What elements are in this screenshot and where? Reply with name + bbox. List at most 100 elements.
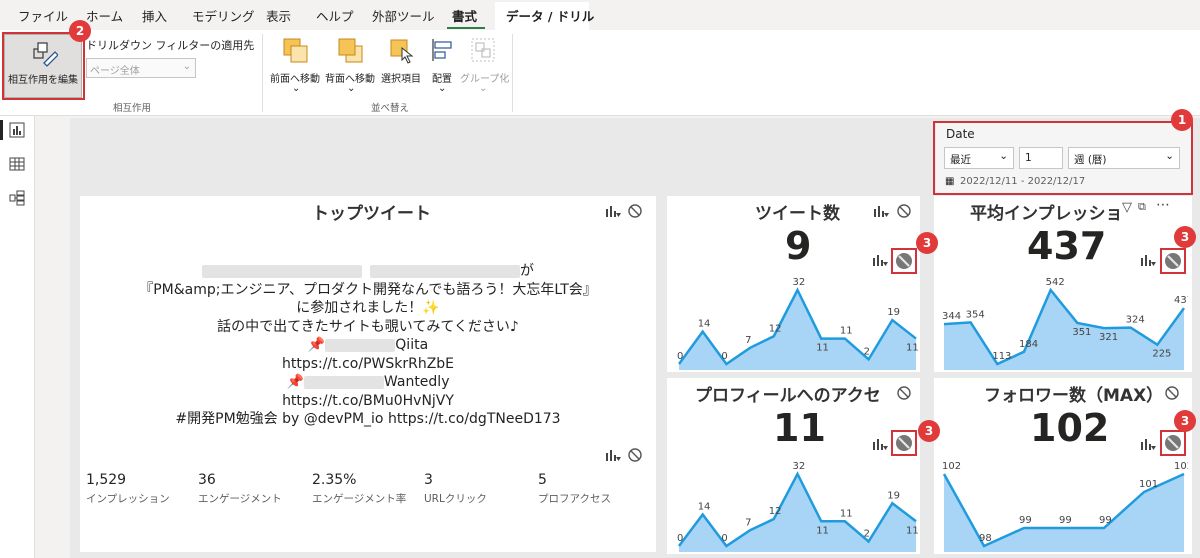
selection-label: 選択項目 <box>381 74 421 85</box>
tab-file[interactable]: ファイル <box>18 6 68 25</box>
drilldown-filter-value: ページ全体 <box>90 66 140 77</box>
send-backward-button[interactable]: 背面へ移動 ⌄ <box>323 34 377 96</box>
tab-data-drill[interactable]: データ / ドリル <box>506 6 594 25</box>
table-view-icon[interactable] <box>9 156 25 172</box>
sparkline-data-label: 102 <box>1174 461 1188 472</box>
tab-insert[interactable]: 挿入 <box>142 6 167 25</box>
active-view-indicator <box>0 120 3 140</box>
sparkline-data-label: 14 <box>698 502 711 513</box>
sparkline-data-label: 32 <box>793 277 806 288</box>
chevron-down-icon: ⌄ <box>438 83 447 94</box>
tab-format[interactable]: 書式 <box>452 6 477 25</box>
avg-impressions-title: 平均インプレッショ <box>970 204 1123 224</box>
sparkline-area <box>679 290 916 370</box>
tweets-count-card[interactable]: ツイート数 9 0 14 0 7 12 32 11 11 2 19 11 <box>667 196 920 372</box>
sparkline-data-label: 324 <box>1126 315 1145 326</box>
drilldown-filter-select[interactable]: ページ全体 ⌄ <box>86 58 196 78</box>
report-view-icon[interactable] <box>9 122 25 138</box>
selection-icon <box>390 39 414 64</box>
followers-sparkline: 102 98 99 99 99 101 102 <box>942 461 1188 552</box>
group-button[interactable]: グループ化 ⌄ <box>460 34 509 96</box>
sparkline-data-label: 113 <box>992 351 1011 362</box>
chevron-down-icon: ⌄ <box>182 61 191 72</box>
group-label-arrange: 並べ替え <box>371 103 410 114</box>
sparkline-data-label: 12 <box>769 506 782 517</box>
align-icon <box>432 39 452 61</box>
sparkline-data-label: 11 <box>816 525 829 536</box>
sparkline-data-label: 7 <box>745 517 751 528</box>
chevron-down-icon: ⌄ <box>479 83 488 94</box>
metric-engagement-value: 36 <box>198 472 216 488</box>
redacted-text <box>325 338 396 352</box>
metric-profile-access-value: 5 <box>538 472 547 488</box>
drill-filter-icon[interactable] <box>1140 252 1156 268</box>
interaction-highlight <box>891 248 917 274</box>
filter-icon[interactable]: ▽ <box>1122 200 1132 215</box>
top-tweet-title: トップツイート <box>312 204 431 224</box>
followers-title: フォロワー数（MAX） <box>984 386 1164 406</box>
drill-filter-icon[interactable] <box>873 203 889 219</box>
sparkline-data-label: 98 <box>979 533 992 544</box>
callout-badge-3: 3 <box>1174 410 1196 432</box>
drill-filter-icon[interactable] <box>872 252 888 268</box>
drill-filter-icon[interactable] <box>872 436 888 452</box>
drill-filter-icon[interactable] <box>1140 436 1156 452</box>
redacted-text <box>370 264 520 278</box>
sparkline-data-label: 225 <box>1152 349 1171 360</box>
no-filter-icon[interactable] <box>627 447 643 463</box>
followers-card[interactable]: フォロワー数（MAX） 102 102 98 99 99 99 101 102 <box>934 378 1192 554</box>
active-tab-underline <box>447 27 485 29</box>
no-filter-icon[interactable] <box>896 203 912 219</box>
align-button[interactable]: 配置 ⌄ <box>426 34 458 96</box>
selection-pane-button[interactable]: 選択項目 <box>378 34 424 85</box>
ribbon-tab-bar: ファイル ホーム 挿入 モデリング 表示 ヘルプ 外部ツール 書式 データ / … <box>0 0 1200 30</box>
sparkline-area <box>944 290 1184 370</box>
metric-engagement-rate-label: エンゲージメント率 <box>312 493 407 505</box>
tab-help[interactable]: ヘルプ <box>316 6 354 25</box>
top-tweet-card[interactable]: トップツイート が 『PM&amp;エンジニア、プロダクト開発なんでも語ろう！大… <box>80 196 656 552</box>
impressions-sparkline: 344 354 113 184 542 351 321 324 225 437 <box>942 277 1188 370</box>
tweet-line-9: #開発PM勉強会 by @devPM_io https://t.co/dgTNe… <box>175 411 561 427</box>
sparkline-data-label: 14 <box>698 319 711 330</box>
tweets-sparkline: 0 14 0 7 12 32 11 11 2 19 11 <box>677 277 919 370</box>
tab-modeling[interactable]: モデリング <box>192 6 255 25</box>
no-filter-icon[interactable] <box>896 385 912 401</box>
sparkline-data-label: 2 <box>864 529 870 540</box>
avg-impressions-value: 437 <box>1027 224 1107 268</box>
sparkline-data-label: 102 <box>942 461 961 472</box>
tab-home[interactable]: ホーム <box>86 6 123 25</box>
bring-forward-button[interactable]: 前面へ移動 ⌄ <box>268 34 322 96</box>
callout-badge-3: 3 <box>918 420 940 442</box>
profile-access-value: 11 <box>773 406 826 450</box>
tweet-line-6[interactable]: https://t.co/PWSkrRhZbE <box>80 355 656 374</box>
no-filter-icon[interactable] <box>627 203 643 219</box>
sparkline-data-label: 0 <box>677 351 683 362</box>
tab-view[interactable]: 表示 <box>266 6 291 25</box>
tab-external-tools[interactable]: 外部ツール <box>372 6 435 25</box>
model-view-icon[interactable] <box>9 190 25 206</box>
tweet-line-8[interactable]: https://t.co/BMu0HvNjVY <box>80 392 656 411</box>
callout-badge-3: 3 <box>1174 226 1196 248</box>
group-label-interactions: 相互作用 <box>113 103 152 114</box>
drill-filter-icon[interactable] <box>605 447 621 463</box>
profile-sparkline: 0 14 0 7 12 32 11 11 2 19 11 <box>677 461 919 552</box>
sparkline-data-label: 354 <box>966 309 985 320</box>
chevron-down-icon: ⌄ <box>347 83 356 94</box>
chevron-down-icon: ⌄ <box>292 83 301 94</box>
metric-profile-access-label: プロフアクセス <box>538 493 611 505</box>
more-options-icon[interactable]: ⋯ <box>1156 197 1170 213</box>
drill-filter-icon[interactable] <box>605 203 621 219</box>
avg-impressions-card[interactable]: 平均インプレッショ ▽ ⧉ ⋯ 437 344 354 113 184 542 351 32… <box>934 196 1192 372</box>
no-filter-icon[interactable] <box>1164 385 1180 401</box>
tweets-count-value: 9 <box>785 224 812 268</box>
drilldown-filter-label: ドリルダウン フィルターの適用先 <box>86 39 255 52</box>
tweet-line-5: 📌 Qiita <box>307 337 429 353</box>
sparkline-data-label: 101 <box>1139 479 1158 490</box>
profile-access-card[interactable]: プロフィールへのアクセ 11 0 14 0 7 12 32 11 11 2 19 11 <box>667 378 920 554</box>
focus-mode-icon[interactable]: ⧉ <box>1138 200 1146 214</box>
followers-value: 102 <box>1030 406 1110 450</box>
sparkline-data-label: 7 <box>745 335 751 346</box>
pin-icon: 📌 <box>286 374 304 390</box>
metric-impressions-value: 1,529 <box>86 472 127 488</box>
slicer-highlight <box>933 121 1193 195</box>
